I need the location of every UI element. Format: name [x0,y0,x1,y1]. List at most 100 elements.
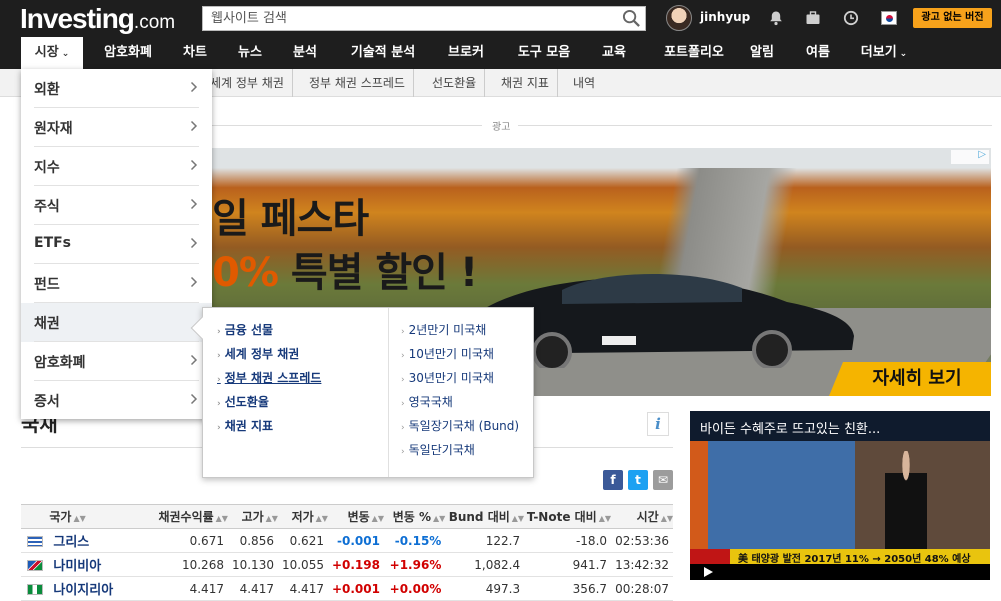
col-header-high[interactable]: 고가 ▲▼ [227,504,278,529]
top-header: Investing.com jinhyup 광고 없는 버전 [0,0,1001,37]
col-header-country[interactable]: 국가 ▲▼ [49,504,148,529]
subnav-history[interactable]: 내역 [573,69,603,97]
time-value: 02:53:36 [611,528,673,553]
play-icon[interactable] [704,567,713,577]
nav-item-alerts[interactable]: 알림 [744,37,780,69]
username[interactable]: jinhyup [700,10,750,24]
chevron-right-icon [190,120,198,132]
menu-item-bonds[interactable]: 채권 [21,303,212,342]
video-title[interactable]: 바이든 수혜주로 뜨고있는 친환... [700,418,880,437]
bell-icon[interactable] [768,10,784,26]
menu-item-forex[interactable]: 외환 [21,69,212,108]
chevron-down-icon: ⌄ [61,49,70,59]
yield-value: 10.268 [147,552,228,577]
submenu-link-uk-gilt[interactable]: › 영국국채 [401,393,453,410]
sort-icon: ▲▼ [433,514,446,523]
bullet-icon: › [401,327,405,337]
submenu-link-world-gov-bonds[interactable]: › 세계 정부 채권 [217,345,299,362]
table-row[interactable]: 나미비아 10.268 10.130 10.055 +0.198 +1.96% … [21,552,673,577]
vs-tnote-value: -18.0 [524,528,612,553]
col-header-low[interactable]: 저가 ▲▼ [277,504,328,529]
bullet-icon: › [217,327,221,337]
nav-item-brokers[interactable]: 브로커 [442,37,490,69]
nav-item-portfolio[interactable]: 포트폴리오 [652,37,736,69]
submenu-link-us-30y[interactable]: › 30년만기 미국채 [401,369,494,386]
adchoices-icon[interactable] [951,149,989,164]
subnav-world-gov-bonds[interactable]: 세계 정부 채권 [210,69,293,97]
nav-item-tools[interactable]: 도구 모음 [510,37,578,69]
col-header-change[interactable]: 변동 ▲▼ [327,504,384,529]
facebook-share-icon[interactable]: f [603,470,623,490]
low-value: 0.621 [277,528,328,553]
subnav-gov-bond-spreads[interactable]: 정부 채권 스프레드 [309,69,414,97]
ad-free-version-button[interactable]: 광고 없는 버전 [913,8,992,28]
video-player[interactable]: 바이든 수혜주로 뜨고있는 친환... 美 태양광 발전 2017년 11% →… [690,411,990,580]
clock-icon[interactable] [843,10,859,26]
info-icon[interactable]: i [647,412,669,436]
submenu-link-bund[interactable]: › 독일장기국채 (Bund) [401,417,519,434]
header-label: 저가 [291,510,314,524]
col-header-time[interactable]: 시간 ▲▼ [611,504,673,529]
nav-item-charts[interactable]: 차트 [177,37,213,69]
nav-item-technical[interactable]: 기술적 분석 [342,37,424,69]
col-header-vs-bund[interactable]: Bund 대비 ▲▼ [445,504,525,529]
menu-item-certificates[interactable]: 증서 [21,381,212,420]
submenu-link-label: 금융 선물 [224,323,274,337]
nav-item-news[interactable]: 뉴스 [232,37,268,69]
col-header-vs-tnote[interactable]: T-Note 대비 ▲▼ [524,504,612,529]
subnav-forward-rates[interactable]: 선도환율 [432,69,486,97]
menu-item-label: 원자재 [34,121,73,137]
submenu-link-financial-futures[interactable]: › 금융 선물 [217,321,273,338]
chevron-right-icon [190,198,198,210]
chevron-right-icon [190,393,198,405]
search-input[interactable] [203,7,603,30]
submenu-link-schatz[interactable]: › 독일단기국채 [401,441,475,458]
high-value: 4.417 [227,576,278,601]
submenu-link-gov-bond-spreads[interactable]: › 정부 채권 스프레드 [217,369,321,386]
divider [212,125,482,126]
sort-icon: ▲▼ [73,514,86,523]
submenu-link-bond-indices[interactable]: › 채권 지표 [217,417,273,434]
menu-item-etfs[interactable]: ETFs [21,225,212,264]
header-label: 채권수익률 [158,510,214,524]
nav-item-markets[interactable]: 시장 ⌄ [21,37,83,69]
bullet-icon: › [217,351,221,361]
country-name[interactable]: 나미비아 [49,552,148,577]
col-header-yield[interactable]: 채권수익률 ▲▼ [147,504,228,529]
nav-item-summer[interactable]: 여름 [800,37,836,69]
bullet-icon: › [401,399,405,409]
submenu-link-forward-rates[interactable]: › 선도환율 [217,393,269,410]
submenu-link-label: 정부 채권 스프레드 [224,371,322,385]
sort-icon: ▲▼ [315,514,328,523]
menu-item-commodities[interactable]: 원자재 [21,108,212,147]
search-icon[interactable] [622,9,641,28]
user-avatar[interactable] [666,5,692,31]
submenu-link-us-2y[interactable]: › 2년만기 미국채 [401,321,486,338]
table-row[interactable]: 그리스 0.671 0.856 0.621 -0.001 -0.15% 122.… [21,528,673,553]
nav-item-more[interactable]: 더보기 ⌄ [855,37,913,69]
menu-item-funds[interactable]: 펀드 [21,264,212,303]
menu-item-stocks[interactable]: 주식 [21,186,212,225]
subnav-bond-indices[interactable]: 채권 지표 [501,69,558,97]
menu-item-crypto[interactable]: 암호화폐 [21,342,212,381]
investing-logo[interactable]: Investing.com [20,2,175,40]
korea-flag-icon[interactable] [881,11,897,25]
nav-item-analysis[interactable]: 분석 [287,37,323,69]
submenu-link-us-10y[interactable]: › 10년만기 미국채 [401,345,494,362]
low-value: 4.417 [277,576,328,601]
email-share-icon[interactable]: ✉ [653,470,673,490]
briefcase-icon[interactable] [805,10,821,26]
menu-item-label: 암호화폐 [34,355,86,371]
nav-item-crypto[interactable]: 암호화폐 [98,37,158,69]
menu-item-label: 외환 [34,82,60,98]
country-name[interactable]: 나이지리아 [49,576,148,601]
country-name[interactable]: 그리스 [49,528,148,553]
sort-icon: ▲▼ [371,514,384,523]
twitter-share-icon[interactable]: t [628,470,648,490]
nav-item-education[interactable]: 교육 [596,37,632,69]
table-row[interactable]: 나이지리아 4.417 4.417 4.417 +0.001 +0.00% 49… [21,576,673,601]
menu-item-indices[interactable]: 지수 [21,147,212,186]
ad-learn-more-button[interactable]: 자세히 보기 [829,362,991,396]
col-header-change-pct[interactable]: 변동 % ▲▼ [383,504,446,529]
submenu-link-label: 선도환율 [224,395,269,409]
